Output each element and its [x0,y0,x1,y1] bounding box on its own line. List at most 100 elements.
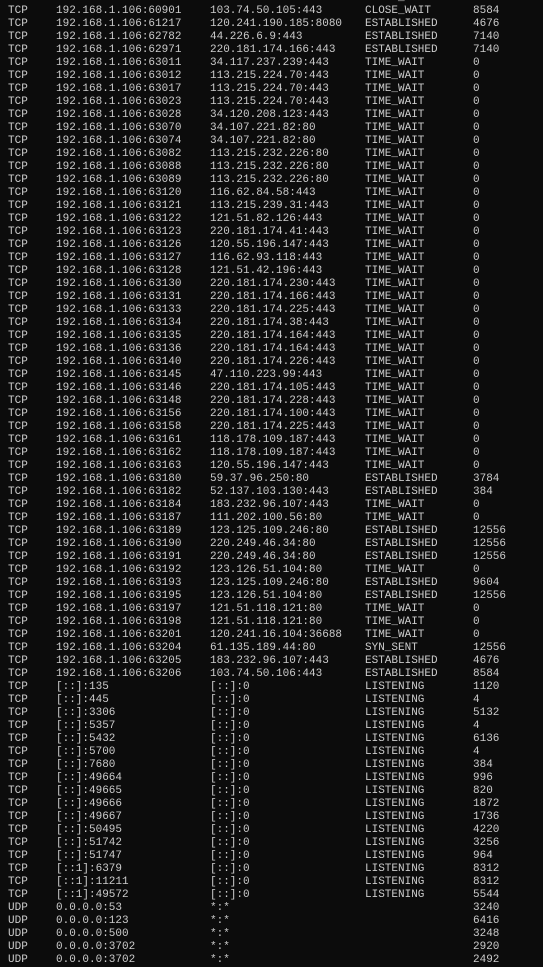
connection-row: TCP 192.168.1.106:63156 220.181.174.100:44… [0,408,543,421]
local-address: [::1]:11211 [56,876,129,888]
protocol: TCP [8,252,28,264]
pid: 0 [473,161,480,173]
foreign-address: [::]:0 [210,837,250,849]
protocol: TCP [8,70,28,82]
protocol: TCP [8,109,28,121]
foreign-address: 113.215.224.70:443 [210,96,329,108]
protocol: TCP [8,616,28,628]
pid: 4220 [473,824,500,836]
foreign-address: [::]:0 [210,785,250,797]
connection-row: TCP [::]:49665 [::]:0 LISTENING 820 [0,785,543,798]
pid: 0 [473,174,480,186]
pid: 0 [473,564,480,576]
protocol: TCP [8,447,28,459]
local-address: 192.168.1.106:63184 [56,499,182,511]
local-address: 192.168.1.106:63146 [56,382,182,394]
foreign-address: 183.232.96.107:443 [210,499,329,511]
foreign-address: 103.74.50.106:443 [210,668,323,680]
pid: 0 [473,317,480,329]
state: TIME_WAIT [365,629,425,641]
state: ESTABLISHED [365,18,438,30]
local-address: [::]:49664 [56,772,123,784]
connection-row: TCP 192.168.1.106:63134 220.181.174.38:443… [0,317,543,330]
connection-row: TCP 192.168.1.106:63180 59.37.96.250:80 EST… [0,473,543,486]
state: TIME_WAIT [365,122,425,134]
foreign-address: 220.181.174.228:443 [210,395,336,407]
protocol: TCP [8,122,28,134]
local-address: 192.168.1.106:63187 [56,512,182,524]
state: ESTABLISHED [365,655,438,667]
foreign-address: 220.181.174.225:443 [210,421,336,433]
connection-row: TCP 192.168.1.106:63136 220.181.174.164:44… [0,343,543,356]
foreign-address: [::]:0 [210,694,250,706]
local-address: 192.168.1.106:63120 [56,187,182,199]
state: TIME_WAIT [365,83,425,95]
local-address: 192.168.1.106:63161 [56,434,182,446]
local-address: 192.168.1.106:63135 [56,330,182,342]
pid: 1736 [473,811,500,823]
local-address: 192.168.1.106:63122 [56,213,182,225]
connection-row: TCP [::]:3306 [::]:0 LISTENING 5132 [0,707,543,720]
protocol: TCP [8,213,28,225]
state: TIME_WAIT [365,603,425,615]
foreign-address: [::]:0 [210,889,250,901]
state: TIME_WAIT [365,291,425,303]
foreign-address: *:* [210,928,230,940]
state: LISTENING [365,746,425,758]
connection-row: TCP [::]:49664 [::]:0 LISTENING 996 [0,772,543,785]
state: LISTENING [365,733,425,745]
local-address: 192.168.1.106:63089 [56,174,182,186]
state: TIME_WAIT [365,382,425,394]
connection-row: TCP 192.168.1.106:63130 220.181.174.230:44… [0,278,543,291]
pid: 6416 [473,915,500,927]
foreign-address: 121.51.82.126:443 [210,213,323,225]
local-address: 192.168.1.106:63128 [56,265,182,277]
state: LISTENING [365,720,425,732]
local-address: [::]:49665 [56,785,123,797]
state: LISTENING [365,772,425,784]
connection-row: TCP 192.168.1.106:63127 116.62.93.118:443 T… [0,252,543,265]
protocol: TCP [8,538,28,550]
pid: 9604 [473,577,500,589]
foreign-address: 59.37.96.250:80 [210,473,310,485]
pid: 0 [473,395,480,407]
connection-row: TCP [::]:51747 [::]:0 LISTENING 964 [0,850,543,863]
state: TIME_WAIT [365,369,425,381]
local-address: 192.168.1.106:63192 [56,564,182,576]
connection-row: TCP [::1]:49572 [::]:0 LISTENING 5544 [0,889,543,902]
connection-row: TCP 192.168.1.106:63206 103.74.50.106:443 E… [0,668,543,681]
state: ESTABLISHED [365,551,438,563]
foreign-address: 123.125.109.246:80 [210,525,329,537]
foreign-address: *:* [210,941,230,953]
local-address: [::]:7680 [56,759,116,771]
connection-row: TCP 192.168.1.106:63028 34.120.208.123:443… [0,109,543,122]
local-address: 0.0.0.0:500 [56,928,129,940]
connection-row: TCP 192.168.1.106:63123 220.181.174.41:443… [0,226,543,239]
local-address: 192.168.1.106:63074 [56,135,182,147]
pid: 0 [473,187,480,199]
foreign-address: [::]:0 [210,681,250,693]
protocol: TCP [8,317,28,329]
local-address: [::]:51747 [56,850,123,862]
state: LISTENING [365,798,425,810]
protocol: TCP [8,486,28,498]
pid: 0 [473,629,480,641]
connection-row: TCP [::]:5700 [::]:0 LISTENING 4 [0,746,543,759]
foreign-address: 120.55.196.147:443 [210,239,329,251]
state: TIME_WAIT [365,460,425,472]
pid: 384 [473,759,493,771]
foreign-address: [::]:0 [210,876,250,888]
protocol: TCP [8,642,28,654]
protocol: TCP [8,512,28,524]
state: ESTABLISHED [365,31,438,43]
pid: 0 [473,226,480,238]
local-address: 192.168.1.106:63205 [56,655,182,667]
foreign-address: 34.107.221.82:80 [210,122,316,134]
pid: 0 [473,356,480,368]
pid: 0 [473,265,480,277]
protocol: TCP [8,434,28,446]
local-address: 0.0.0.0:3702 [56,941,136,953]
pid: 0 [473,96,480,108]
connection-row: TCP 192.168.1.106:63184 183.232.96.107:443… [0,499,543,512]
protocol: TCP [8,369,28,381]
